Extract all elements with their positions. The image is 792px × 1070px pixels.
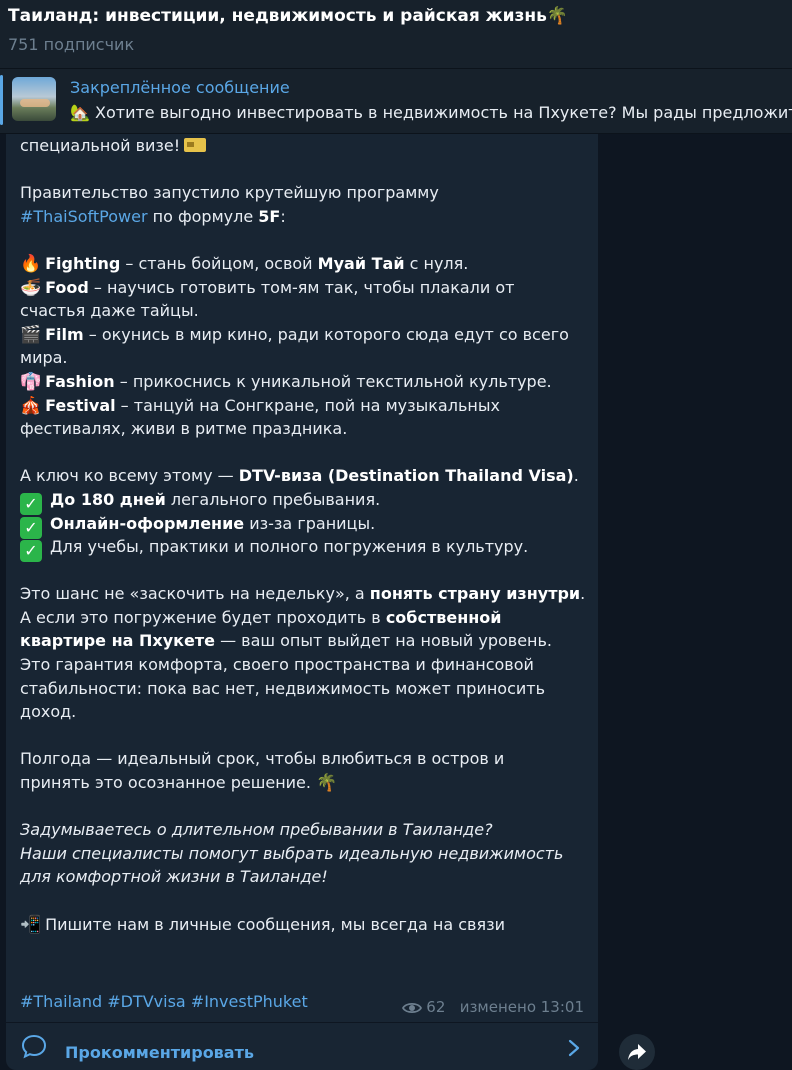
message-text: специальной визе! Правительство запустил… — [20, 134, 590, 936]
food-bowl-icon: 🍜 — [20, 277, 42, 298]
circus-tent-icon: 🎪 — [20, 395, 42, 416]
eye-icon — [402, 1002, 423, 1014]
forward-button[interactable] — [619, 1034, 655, 1070]
check-mark-icon: ✓ — [20, 540, 42, 563]
pinned-label: Закреплённое сообщение — [70, 78, 290, 97]
pinned-thumbnail — [12, 77, 56, 121]
fire-icon: 🔥 — [20, 253, 42, 274]
pinned-preview: 🏡 Хотите выгодно инвестировать в недвижи… — [70, 103, 792, 122]
pinned-indicator — [0, 75, 3, 125]
mobile-phone-icon: 📲 — [20, 914, 42, 935]
message-bubble: специальной визе! Правительство запустил… — [6, 134, 598, 1070]
forward-arrow-icon — [628, 1044, 646, 1060]
channel-title[interactable]: Таиланд: инвестиции, недвижимость и райс… — [8, 6, 568, 26]
channel-header[interactable]: Таиланд: инвестиции, недвижимость и райс… — [0, 0, 792, 69]
palm-emoji: 🌴 — [546, 6, 569, 26]
kimono-icon: 👘 — [20, 371, 42, 392]
view-count: 62 — [426, 998, 446, 1016]
palm-tree-icon: 🌴 — [316, 773, 338, 794]
house-emoji: 🏡 — [70, 103, 90, 122]
pinned-message-bar[interactable]: Закреплённое сообщение 🏡 Хотите выгодно … — [0, 69, 792, 134]
edited-time: изменено 13:01 — [459, 998, 584, 1016]
comment-bubble-icon — [21, 1034, 47, 1059]
chevron-right-icon — [568, 1039, 580, 1057]
clapperboard-icon: 🎬 — [20, 324, 42, 345]
message-meta: 62 изменено 13:01 — [402, 998, 584, 1016]
hashtag-thaisoftpower[interactable]: #ThaiSoftPower — [20, 207, 148, 226]
comment-button[interactable]: Прокомментировать — [6, 1023, 598, 1070]
comment-label: Прокомментировать — [65, 1043, 254, 1062]
hashtags[interactable]: #Thailand #DTVvisa #InvestPhuket — [20, 992, 308, 1011]
subscriber-count: 751 подписчик — [8, 35, 135, 54]
id-card-icon — [184, 138, 207, 152]
